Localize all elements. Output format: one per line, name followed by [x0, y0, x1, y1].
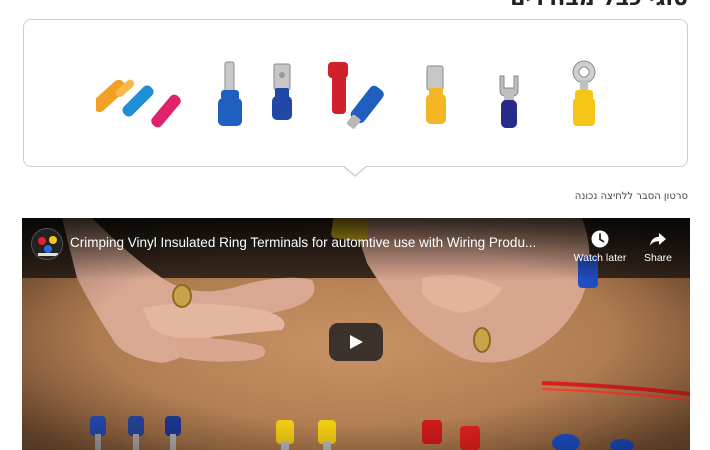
channel-avatar[interactable] — [31, 228, 63, 260]
product-fork-terminal[interactable] — [494, 20, 524, 168]
video-title[interactable]: Crimping Vinyl Insulated Ring Terminals … — [70, 235, 568, 250]
play-button[interactable] — [329, 323, 383, 361]
watch-later-label: Watch later — [573, 252, 627, 264]
pin-terminal-image — [218, 61, 242, 126]
product-butt-connectors[interactable] — [91, 20, 186, 168]
share-label: Share — [643, 252, 673, 264]
play-icon — [350, 335, 363, 349]
product-ring-terminal[interactable] — [567, 20, 601, 168]
female-spade-image — [328, 62, 384, 129]
product-female-spade-terminals[interactable] — [322, 20, 392, 168]
video-caption: סרטון הסבר ללחיצה נכונה — [574, 191, 688, 202]
fork-terminal-image — [499, 75, 519, 128]
gallery-pointer-inner — [343, 165, 367, 175]
flat-female-image — [426, 65, 446, 124]
product-male-spade-terminal[interactable] — [266, 20, 300, 168]
share-arrow-icon — [650, 233, 666, 246]
product-pin-terminal[interactable] — [212, 20, 248, 168]
butt-connectors-image — [91, 79, 181, 128]
page-heading: סוגי כבל מבודדים — [510, 0, 688, 11]
watch-later-button[interactable]: Watch later — [570, 229, 630, 264]
ring-terminal-image — [572, 60, 596, 126]
share-button[interactable]: Share — [628, 229, 688, 264]
terminal-gallery — [23, 19, 688, 167]
clock-icon — [591, 230, 609, 248]
male-spade-image — [272, 63, 292, 120]
product-flat-female-terminal[interactable] — [421, 20, 451, 168]
youtube-video-embed[interactable]: Crimping Vinyl Insulated Ring Terminals … — [22, 218, 690, 450]
